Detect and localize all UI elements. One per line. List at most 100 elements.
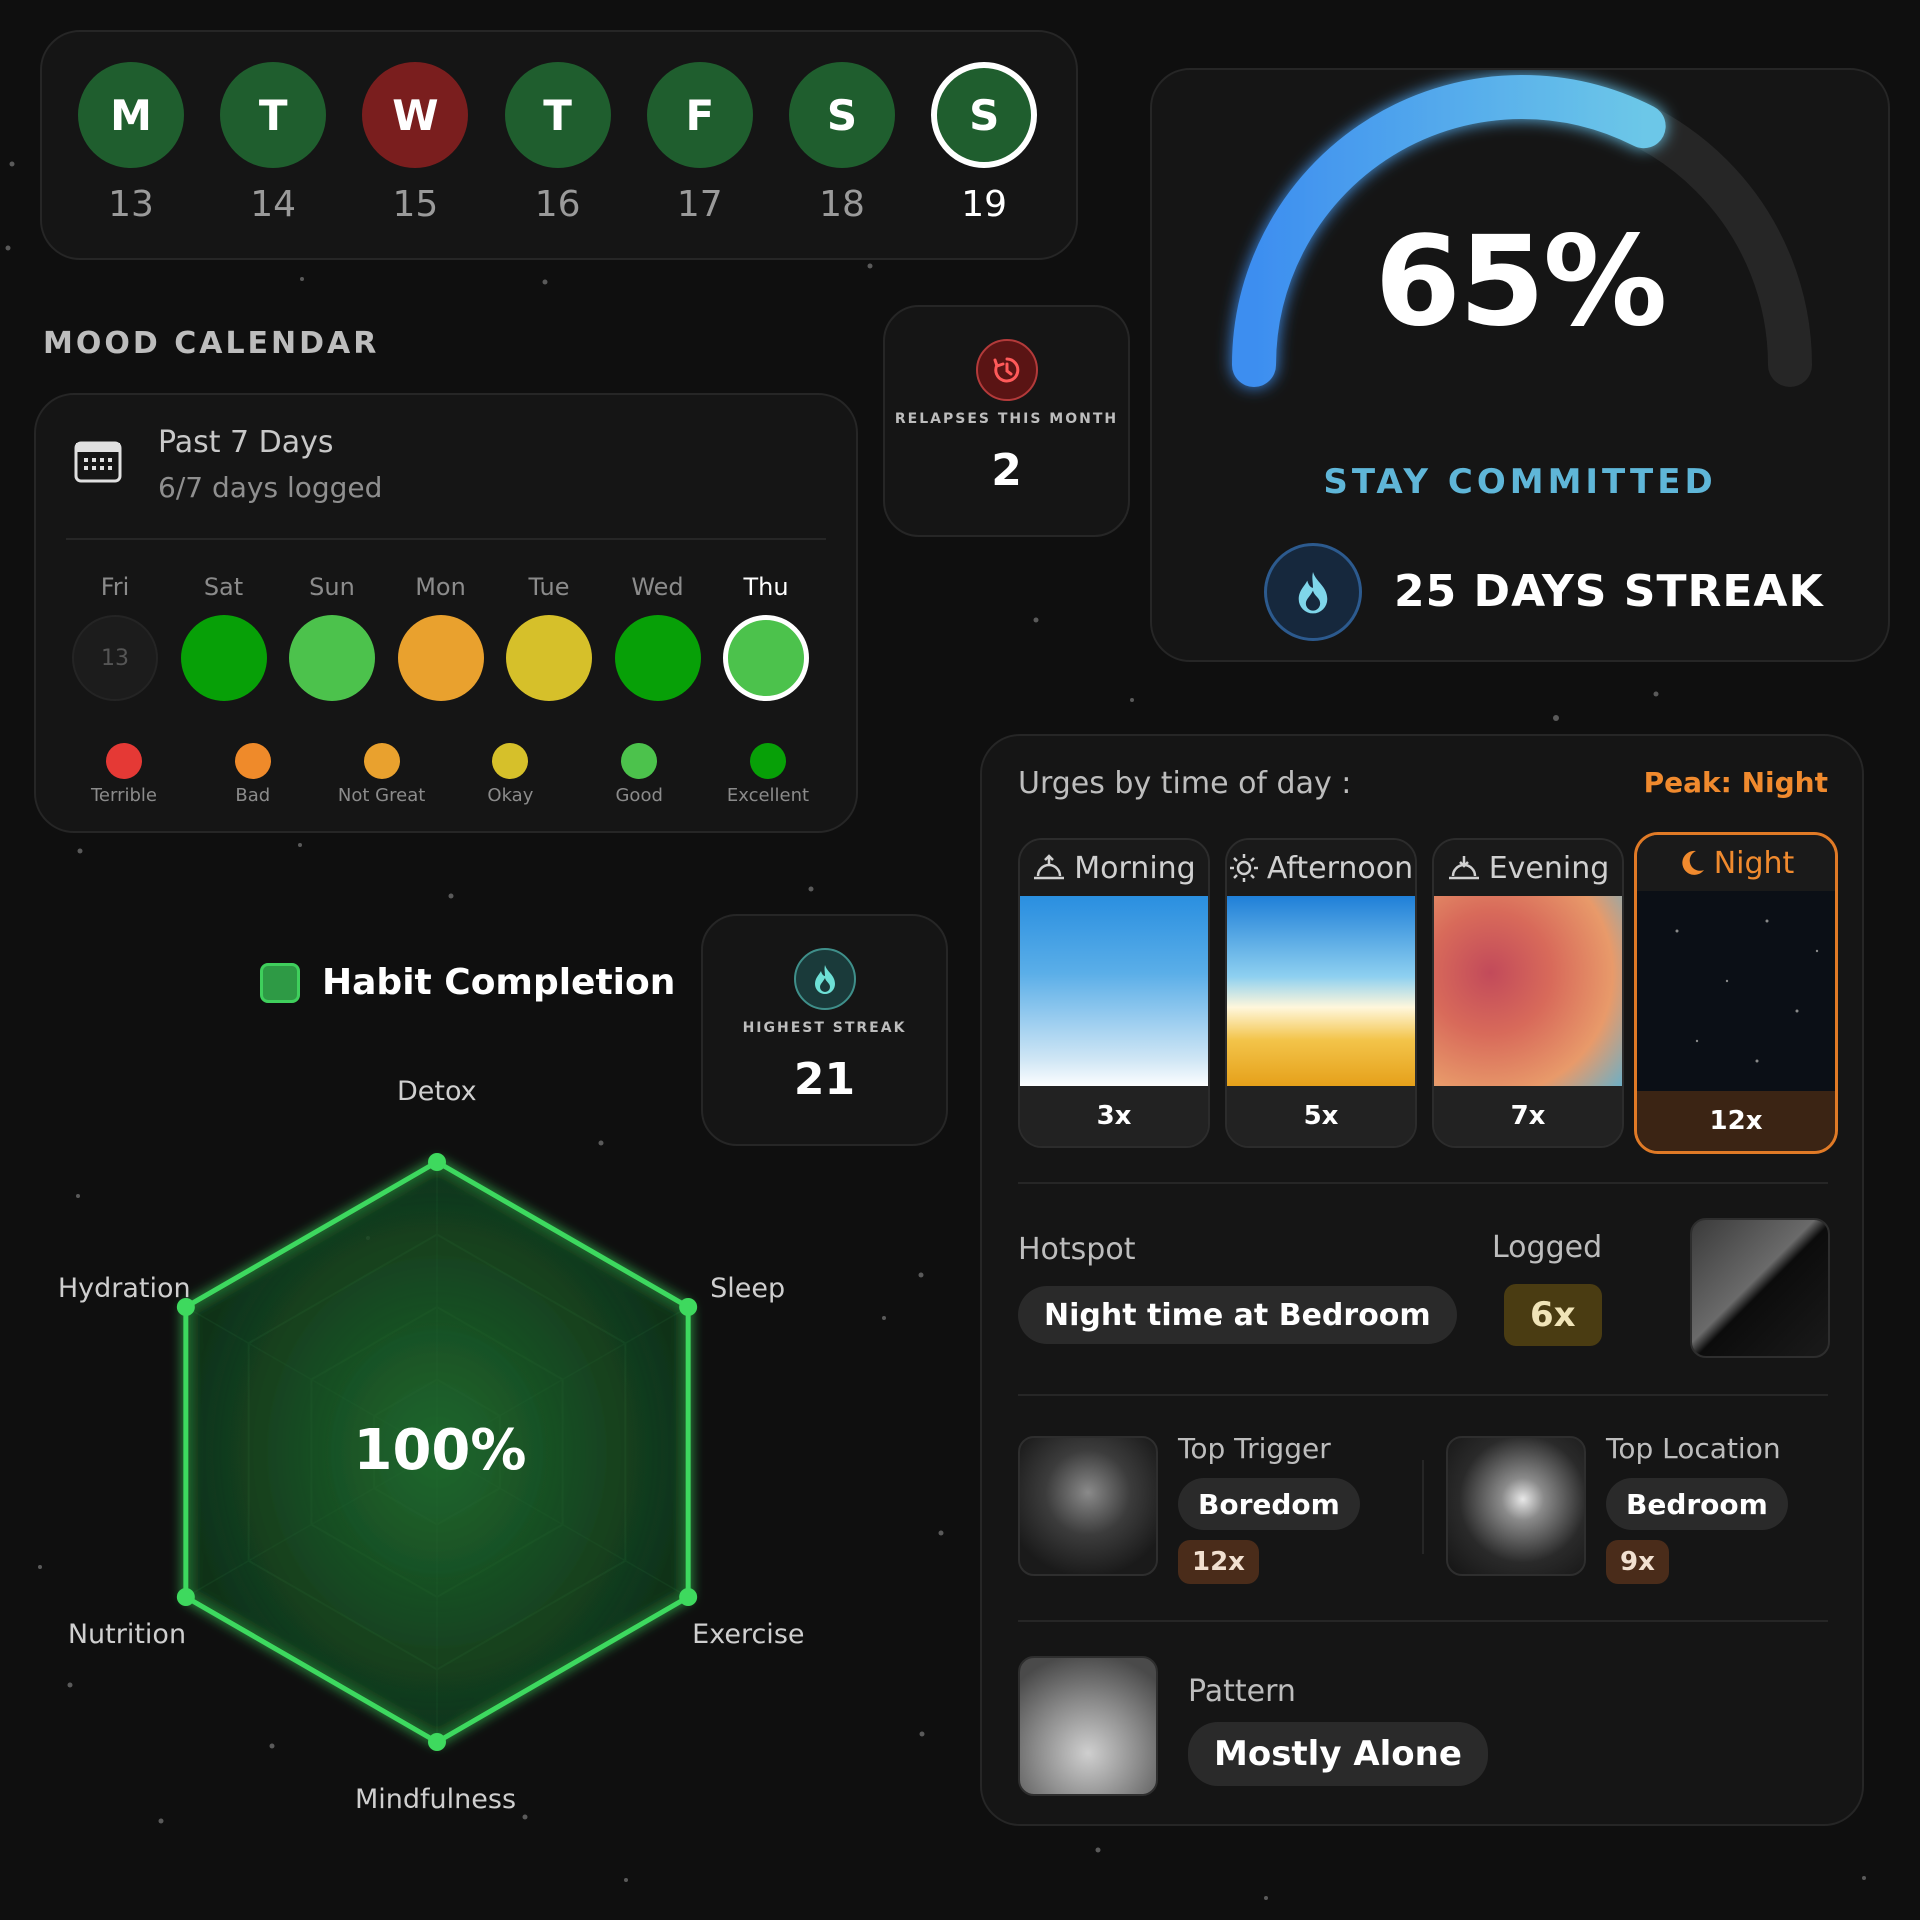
week-day-4[interactable]: T 16: [503, 62, 613, 225]
top-trigger-count: 12x: [1178, 1540, 1259, 1584]
day-circle: W: [362, 62, 469, 168]
urges-title: Urges by time of day :: [1018, 766, 1352, 801]
mood-dot[interactable]: [506, 615, 592, 701]
progress-motto: STAY COMMITTED: [1323, 462, 1717, 502]
slot-afternoon[interactable]: Afternoon 5x: [1225, 838, 1417, 1148]
mood-dot-date: 13: [101, 645, 129, 671]
axis-label-detox: Detox: [397, 1076, 477, 1107]
sunrise-icon: [1034, 854, 1065, 880]
divider: [1018, 1182, 1828, 1184]
slot-label: Morning: [1074, 850, 1196, 886]
flame-icon: [1264, 543, 1362, 641]
day-number: 16: [534, 184, 581, 225]
relapse-icon: [976, 339, 1038, 401]
mood-subtitle: 6/7 days logged: [158, 471, 383, 504]
relapses-value: 2: [991, 445, 1022, 496]
slot-morning[interactable]: Morning 3x: [1018, 838, 1210, 1148]
slot-label: Afternoon: [1266, 850, 1414, 886]
divider: [66, 538, 826, 540]
week-day-1[interactable]: M 13: [76, 62, 186, 225]
top-location-value: Bedroom: [1606, 1478, 1788, 1530]
habit-title: Habit Completion: [322, 962, 676, 1003]
axis-label-nutrition: Nutrition: [67, 1619, 187, 1650]
mood-calendar-card: Past 7 Days 6/7 days logged Fri 13 Sat Sun M…: [34, 393, 858, 833]
day-circle: M: [78, 62, 184, 168]
week-strip: M 13 T 14 W 15 T 16 F 17 S 18 S 19: [40, 30, 1078, 260]
evening-sky-image: [1434, 896, 1622, 1088]
alone-thumbnail-image: [1018, 1656, 1158, 1796]
slot-count: 3x: [1020, 1086, 1208, 1146]
habit-legend: Habit Completion: [260, 962, 675, 1003]
week-day-3[interactable]: W 15: [360, 62, 470, 225]
pattern-label: Pattern: [1188, 1674, 1296, 1709]
radar-point-detox: [428, 1153, 446, 1171]
relapses-card: RELAPSES THIS MONTH 2: [883, 305, 1130, 537]
mood-day-label: Sat: [203, 573, 244, 601]
relapses-label: RELAPSES THIS MONTH: [894, 411, 1119, 427]
mood-dot[interactable]: [723, 615, 809, 701]
top-location-label: Top Location: [1606, 1432, 1781, 1465]
mood-dot[interactable]: [180, 615, 267, 701]
divider: [1018, 1394, 1828, 1396]
mood-dot[interactable]: 13: [72, 615, 158, 701]
sunset-icon: [1448, 856, 1479, 880]
divider: [1422, 1460, 1424, 1554]
logged-value: 6x: [1504, 1284, 1602, 1346]
legend-label: Not Great: [337, 785, 426, 806]
legend-label: Okay: [487, 785, 534, 806]
highest-streak-label: HIGHEST STREAK: [742, 1020, 907, 1036]
divider: [1018, 1620, 1828, 1622]
flame-icon: [794, 948, 856, 1010]
mood-dot[interactable]: [614, 615, 701, 701]
moon-icon: [1682, 850, 1704, 875]
urges-card: Urges by time of day : Peak: Night Morni…: [980, 734, 1864, 1826]
week-day-2[interactable]: T 14: [218, 62, 328, 225]
legend-dot: [106, 743, 142, 779]
day-number: 17: [676, 184, 723, 225]
day-circle: T: [220, 62, 327, 168]
week-day-6[interactable]: S 18: [787, 62, 897, 225]
axis-label-mindfulness: Mindfulness: [355, 1784, 517, 1815]
day-circle: T: [504, 62, 611, 168]
day-number: 19: [961, 184, 1008, 225]
top-trigger-value: Boredom: [1178, 1478, 1360, 1530]
sun-icon: [1229, 854, 1258, 882]
top-trigger-label: Top Trigger: [1178, 1432, 1331, 1465]
mood-calendar-heading: MOOD CALENDAR: [43, 326, 380, 361]
radar-point-exercise: [679, 1588, 698, 1606]
morning-sky-image: [1020, 896, 1208, 1088]
mood-dot[interactable]: [289, 615, 375, 701]
axis-label-hydration: Hydration: [57, 1273, 191, 1304]
legend-label: Terrible: [91, 785, 157, 806]
mood-day-label: Thu: [743, 573, 789, 601]
slot-count: 5x: [1227, 1086, 1415, 1146]
habit-center-value: 100%: [353, 1418, 527, 1483]
afternoon-sky-image: [1227, 896, 1415, 1088]
hotspot-label: Hotspot: [1018, 1232, 1136, 1267]
night-sky-image: [1637, 891, 1835, 1091]
week-day-5[interactable]: F 17: [645, 62, 755, 225]
slot-count: 12x: [1637, 1091, 1835, 1151]
top-location-count: 9x: [1606, 1540, 1669, 1584]
hotspot-value: Night time at Bedroom: [1018, 1286, 1457, 1344]
mood-dot[interactable]: [397, 615, 484, 701]
legend-label: Good: [615, 785, 663, 806]
progress-percent: 65%: [1374, 210, 1668, 354]
slot-evening[interactable]: Evening 7x: [1432, 838, 1624, 1148]
mood-day-label: Wed: [631, 573, 684, 601]
mood-title: Past 7 Days: [158, 425, 334, 460]
legend-label: Excellent: [726, 785, 810, 806]
slot-count: 7x: [1434, 1086, 1622, 1146]
legend-label: Bad: [235, 785, 271, 806]
slot-night[interactable]: Night 12x: [1634, 832, 1838, 1154]
bedroom-location-thumbnail-image: [1446, 1436, 1586, 1576]
day-number: 15: [392, 184, 439, 225]
habit-legend-swatch: [260, 962, 300, 1003]
bedroom-thumbnail-image: [1690, 1218, 1830, 1358]
mood-day-label: Tue: [528, 573, 570, 601]
calendar-icon: [74, 441, 122, 483]
slot-label: Night: [1713, 845, 1795, 881]
week-day-7[interactable]: S 19: [929, 62, 1039, 225]
progress-card: 65% STAY COMMITTED 25 DAYS STREAK: [1150, 68, 1890, 662]
urges-peak: Peak: Night: [1643, 766, 1828, 799]
